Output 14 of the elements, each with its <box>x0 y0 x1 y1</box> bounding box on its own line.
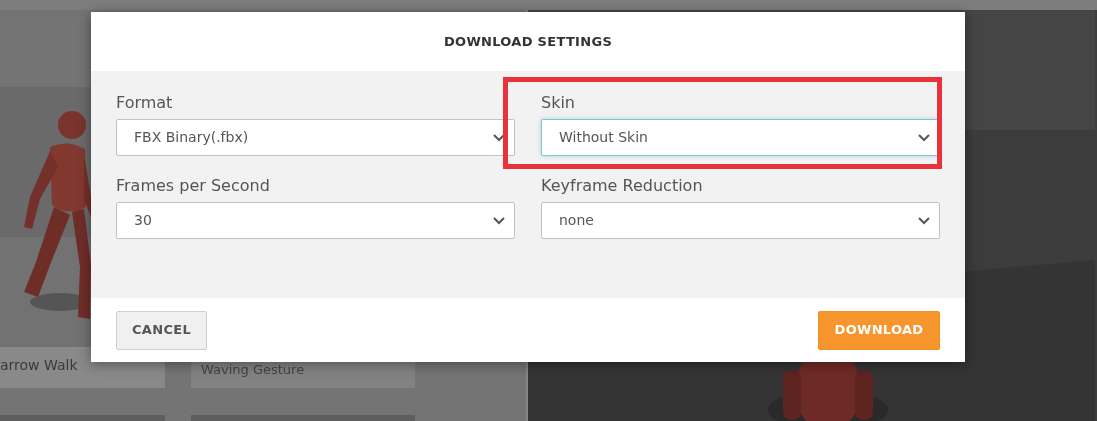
dropdown[interactable]: none <box>541 202 940 239</box>
cancel-button[interactable]: CANCEL <box>116 310 207 350</box>
dropdown[interactable]: 30 <box>116 202 515 239</box>
field-label: Skin <box>541 93 576 113</box>
chevron-down-icon <box>492 216 506 225</box>
chevron-down-icon <box>917 133 931 142</box>
field-label: Frames per Second <box>116 176 271 196</box>
dropdown[interactable]: FBX Binary(.fbx) <box>116 119 515 156</box>
chevron-down-icon <box>917 216 931 225</box>
dropdown[interactable]: Without Skin <box>541 119 940 156</box>
field-label: Format <box>116 93 174 113</box>
chevron-down-icon <box>492 133 506 142</box>
field-label: Keyframe Reduction <box>541 176 704 196</box>
dialog-title: DOWNLOAD SETTINGS <box>443 32 613 51</box>
